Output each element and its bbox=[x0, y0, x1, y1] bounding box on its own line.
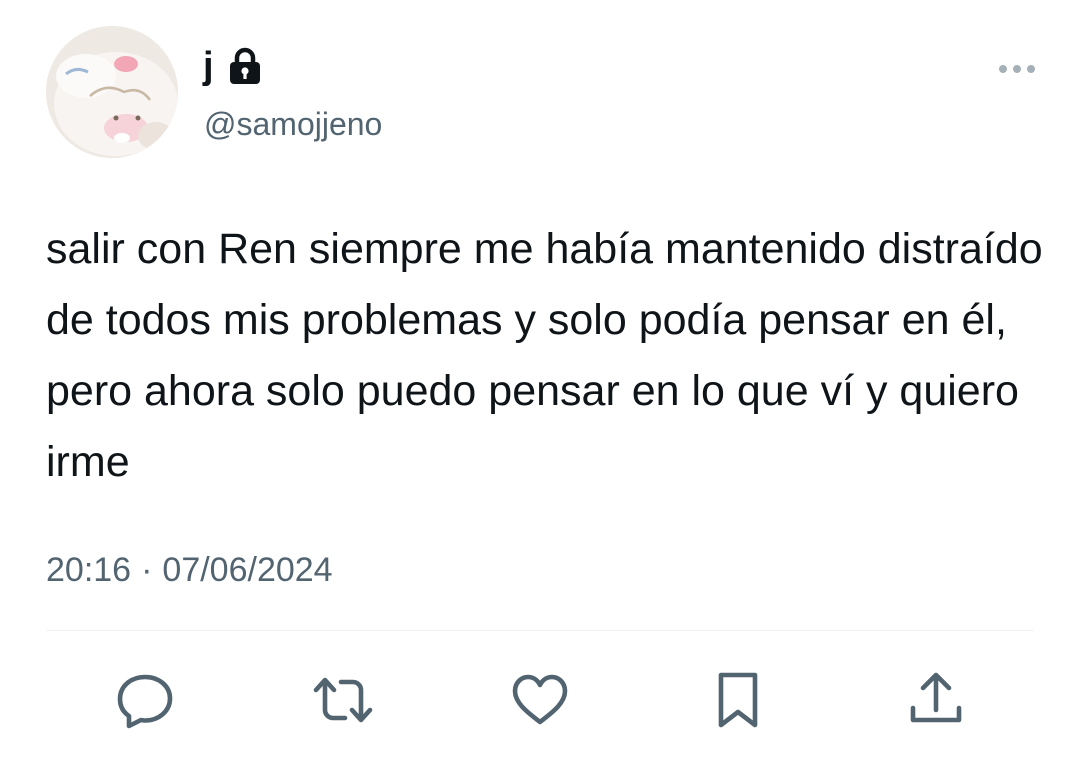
plush-toy-avatar-icon bbox=[46, 26, 178, 158]
lock-icon bbox=[226, 46, 264, 86]
display-name[interactable]: j bbox=[203, 44, 214, 88]
reply-button[interactable] bbox=[113, 668, 177, 732]
share-icon bbox=[910, 672, 962, 723]
tweet-card: j @samojjeno salir con Ren siempre me ha… bbox=[0, 0, 1079, 782]
tweet-date: 07/06/2024 bbox=[162, 551, 333, 589]
bookmark-button[interactable] bbox=[706, 668, 770, 732]
divider bbox=[46, 630, 1034, 631]
avatar[interactable] bbox=[46, 26, 178, 158]
tweet-time: 20:16 bbox=[46, 551, 132, 589]
tweet-text: salir con Ren siempre me había mantenido… bbox=[46, 225, 1043, 486]
share-button[interactable] bbox=[904, 668, 968, 732]
author-handle[interactable]: @samojjeno bbox=[204, 104, 382, 144]
more-dots-icon bbox=[999, 65, 1035, 73]
more-options-button[interactable] bbox=[995, 56, 1039, 82]
heart-icon bbox=[512, 674, 568, 725]
retweet-icon bbox=[313, 677, 373, 723]
like-button[interactable] bbox=[508, 668, 572, 732]
comment-icon bbox=[117, 674, 173, 729]
author-name-row: j bbox=[203, 44, 264, 88]
meta-separator: · bbox=[141, 551, 153, 589]
bookmark-icon bbox=[718, 672, 758, 728]
tweet-timestamp[interactable]: 20:16 · 07/06/2024 bbox=[46, 548, 333, 592]
retweet-button[interactable] bbox=[311, 668, 375, 732]
